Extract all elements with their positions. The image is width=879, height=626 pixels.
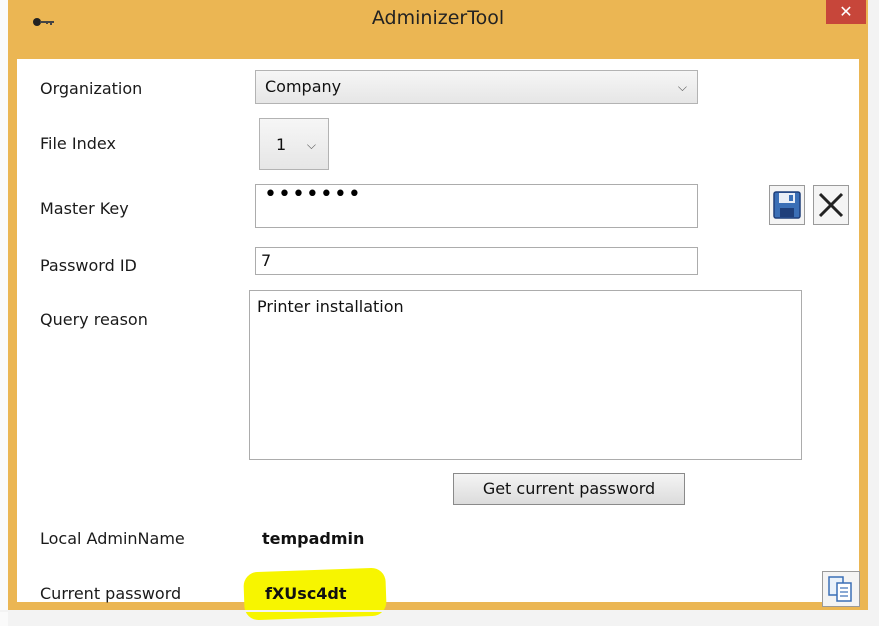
window-bottom-edge <box>0 610 879 612</box>
master-key-label: Master Key <box>40 199 129 218</box>
query-reason-textarea[interactable]: Printer installation <box>249 290 802 460</box>
organization-value: Company <box>265 77 342 96</box>
query-reason-label: Query reason <box>40 310 148 329</box>
local-admin-value: tempadmin <box>262 529 365 548</box>
query-reason-value: Printer installation <box>257 297 404 316</box>
local-admin-label: Local AdminName <box>40 529 185 548</box>
title-bar[interactable]: AdminizerTool ✕ <box>8 0 868 36</box>
copy-password-button[interactable] <box>822 571 860 607</box>
floppy-disk-icon <box>770 191 804 228</box>
current-password-label: Current password <box>40 584 182 603</box>
window-close-button[interactable]: ✕ <box>826 0 866 24</box>
master-key-masked-value: ••••••• <box>264 184 362 207</box>
organization-select[interactable]: Company ⌵ <box>255 70 698 104</box>
file-index-label: File Index <box>40 134 116 153</box>
current-password-value: fXUsc4dt <box>265 584 347 603</box>
chevron-down-icon: ⌵ <box>306 138 316 152</box>
save-key-button[interactable] <box>769 185 805 225</box>
file-index-value: 1 <box>276 135 287 154</box>
password-id-input[interactable]: 7 <box>255 247 698 275</box>
window-title: AdminizerTool <box>371 7 505 29</box>
form-panel: Organization Company ⌵ File Index 1 ⌵ Ma… <box>17 59 859 603</box>
password-id-label: Password ID <box>40 256 137 275</box>
file-index-select[interactable]: 1 ⌵ <box>259 118 329 170</box>
password-id-value: 7 <box>261 251 272 270</box>
organization-label: Organization <box>40 79 143 98</box>
master-key-input[interactable]: ••••••• <box>255 184 698 228</box>
get-current-password-button[interactable]: Get current password <box>453 473 685 505</box>
copy-icon <box>823 576 859 610</box>
desktop-background <box>0 0 8 626</box>
app-window: AdminizerTool ✕ Organization Company ⌵ F… <box>8 0 868 612</box>
close-icon <box>814 192 848 228</box>
clear-key-button[interactable] <box>813 185 849 225</box>
chevron-down-icon: ⌵ <box>677 80 687 94</box>
